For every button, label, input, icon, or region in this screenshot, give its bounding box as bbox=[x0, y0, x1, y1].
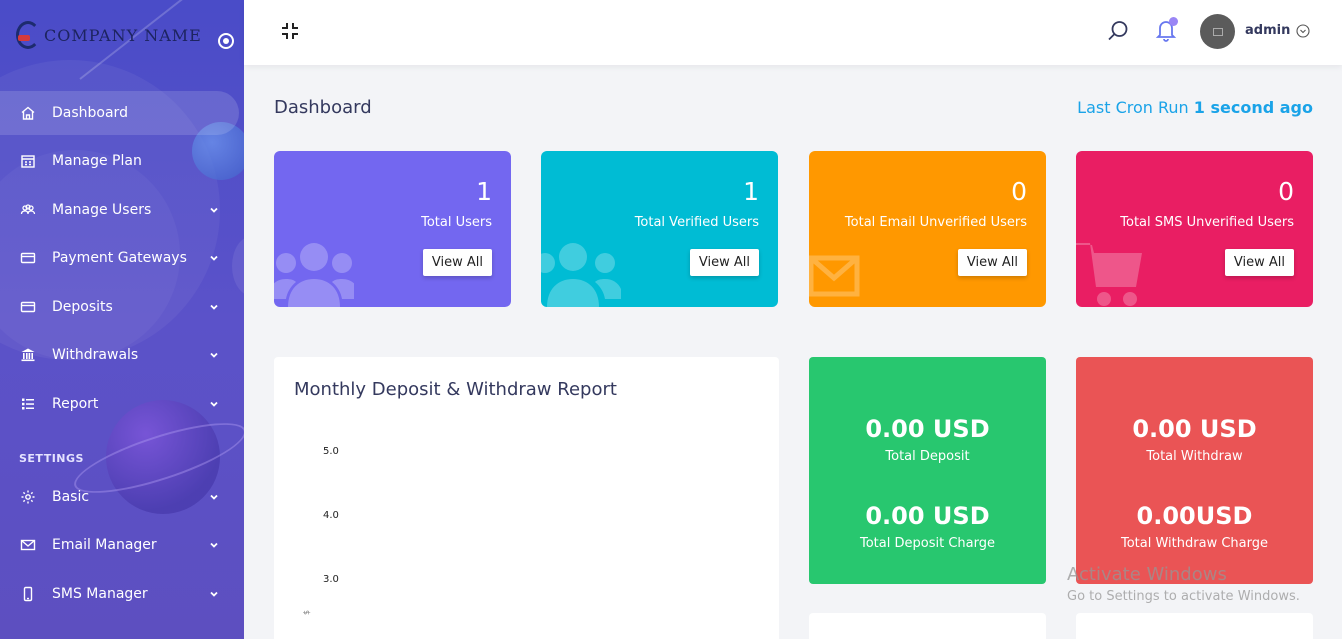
cron-label: Last Cron Run bbox=[1077, 98, 1189, 117]
withdraw-charge-label: Total Withdraw Charge bbox=[1121, 536, 1268, 551]
stat-card-sms-unverified: 0 Total SMS Unverified Users View All bbox=[1076, 151, 1313, 307]
monthly-report-chart: Monthly Deposit & Withdraw Report 5.0 4.… bbox=[274, 357, 779, 639]
list-icon bbox=[20, 396, 36, 412]
view-all-button[interactable]: View All bbox=[422, 249, 492, 276]
stat-value: 1 bbox=[476, 177, 492, 206]
sidebar-item-withdrawals[interactable]: Withdrawals bbox=[0, 333, 244, 377]
windows-activation-subtitle: Go to Settings to activate Windows. bbox=[1067, 589, 1300, 604]
total-deposit-label: Total Deposit bbox=[885, 449, 970, 464]
stat-label: Total Email Unverified Users bbox=[844, 215, 1027, 230]
chevron-down-icon bbox=[210, 255, 218, 261]
deposit-summary-card: 0.00 USD Total Deposit 0.00 USD Total De… bbox=[809, 357, 1046, 584]
company-name: COMPANY NAME bbox=[44, 25, 202, 45]
sidebar-item-basic[interactable]: Basic bbox=[0, 475, 244, 519]
chevron-down-icon bbox=[210, 494, 218, 500]
summary-card bbox=[809, 613, 1046, 639]
sidebar-item-payment-gateways[interactable]: Payment Gateways bbox=[0, 236, 244, 280]
sidebar-item-label: SMS Manager bbox=[52, 586, 148, 602]
avatar[interactable] bbox=[1200, 14, 1235, 49]
users-icon bbox=[541, 243, 621, 307]
envelope-icon bbox=[20, 537, 36, 553]
search-icon[interactable] bbox=[1106, 19, 1130, 43]
chevron-down-icon bbox=[210, 542, 218, 548]
deposit-charge-label: Total Deposit Charge bbox=[860, 536, 995, 551]
stat-value: 0 bbox=[1011, 177, 1027, 206]
sidebar-item-label: Manage Users bbox=[52, 202, 152, 218]
view-all-button[interactable]: View All bbox=[957, 249, 1027, 276]
sidebar-item-label: Manage Plan bbox=[52, 153, 142, 169]
cart-icon bbox=[1076, 243, 1142, 306]
logo-icon bbox=[14, 19, 42, 51]
withdraw-charge-amount: 0.00USD bbox=[1136, 502, 1253, 530]
company-logo[interactable]: COMPANY NAME bbox=[14, 18, 202, 52]
mobile-icon bbox=[20, 586, 36, 602]
stat-value: 0 bbox=[1278, 177, 1294, 206]
chevron-down-icon bbox=[210, 401, 218, 407]
sidebar-item-label: Email Manager bbox=[52, 537, 157, 553]
sidebar-item-manage-plan[interactable]: Manage Plan bbox=[0, 139, 244, 183]
summary-card bbox=[1076, 613, 1313, 639]
sidebar-item-dashboard[interactable]: Dashboard bbox=[0, 91, 239, 135]
users-icon bbox=[274, 243, 354, 307]
collapse-icon[interactable] bbox=[280, 21, 300, 41]
cron-status: Last Cron Run 1 second ago bbox=[1077, 98, 1313, 117]
y-tick-label: 3.0 bbox=[323, 574, 339, 585]
bank-icon bbox=[20, 347, 36, 363]
sidebar-item-label: Deposits bbox=[52, 299, 113, 315]
sidebar-item-report[interactable]: Report bbox=[0, 382, 244, 426]
sidebar-section-settings: SETTINGS bbox=[19, 452, 84, 465]
withdraw-summary-card: 0.00 USD Total Withdraw 0.00USD Total Wi… bbox=[1076, 357, 1313, 584]
page-title: Dashboard bbox=[274, 97, 372, 118]
chevron-down-icon bbox=[210, 304, 218, 310]
sidebar-item-label: Report bbox=[52, 396, 99, 412]
sidebar: COMPANY NAME Dashboard Manage Plan Manag… bbox=[0, 0, 244, 639]
home-icon bbox=[20, 105, 36, 121]
stat-card-total-users: 1 Total Users View All bbox=[274, 151, 511, 307]
stat-card-email-unverified: 0 Total Email Unverified Users View All bbox=[809, 151, 1046, 307]
sidebar-item-sms-manager[interactable]: SMS Manager bbox=[0, 572, 244, 616]
gear-icon bbox=[20, 489, 36, 505]
chevron-down-icon bbox=[210, 207, 218, 213]
stat-label: Total SMS Unverified Users bbox=[1120, 215, 1294, 230]
total-withdraw-label: Total Withdraw bbox=[1146, 449, 1243, 464]
notification-badge bbox=[1169, 17, 1178, 26]
sidebar-toggle-button[interactable] bbox=[218, 33, 234, 49]
view-all-button[interactable]: View All bbox=[1224, 249, 1294, 276]
envelope-icon bbox=[1212, 27, 1223, 36]
sidebar-item-label: Withdrawals bbox=[52, 347, 139, 363]
sidebar-item-deposits[interactable]: Deposits bbox=[0, 285, 244, 329]
credit-card-icon bbox=[20, 299, 36, 315]
sidebar-item-email-manager[interactable]: Email Manager bbox=[0, 523, 244, 567]
user-name[interactable]: admin bbox=[1245, 23, 1290, 38]
windows-activation-title: Activate Windows bbox=[1067, 564, 1227, 585]
y-axis-label: $ bbox=[302, 609, 312, 616]
sidebar-item-label: Basic bbox=[52, 489, 90, 505]
sidebar-item-label: Dashboard bbox=[52, 105, 128, 121]
stat-card-verified-users: 1 Total Verified Users View All bbox=[541, 151, 778, 307]
plan-icon bbox=[20, 153, 36, 169]
top-bar: admin bbox=[244, 0, 1342, 65]
stat-label: Total Users bbox=[421, 215, 492, 230]
credit-card-icon bbox=[20, 250, 36, 266]
chevron-down-icon bbox=[210, 352, 218, 358]
envelope-icon bbox=[809, 255, 860, 297]
deposit-charge-amount: 0.00 USD bbox=[865, 502, 990, 530]
cron-value: 1 second ago bbox=[1193, 98, 1313, 117]
total-deposit-amount: 0.00 USD bbox=[865, 415, 990, 443]
sidebar-item-label: Payment Gateways bbox=[52, 250, 187, 266]
chevron-down-icon[interactable] bbox=[1296, 24, 1310, 38]
view-all-button[interactable]: View All bbox=[689, 249, 759, 276]
sidebar-item-manage-users[interactable]: Manage Users bbox=[0, 188, 244, 232]
y-tick-label: 5.0 bbox=[323, 446, 339, 457]
stat-label: Total Verified Users bbox=[634, 215, 759, 230]
y-tick-label: 4.0 bbox=[323, 510, 339, 521]
chevron-down-icon bbox=[210, 591, 218, 597]
users-icon bbox=[20, 202, 36, 218]
stat-value: 1 bbox=[743, 177, 759, 206]
total-withdraw-amount: 0.00 USD bbox=[1132, 415, 1257, 443]
chart-title: Monthly Deposit & Withdraw Report bbox=[294, 379, 617, 400]
